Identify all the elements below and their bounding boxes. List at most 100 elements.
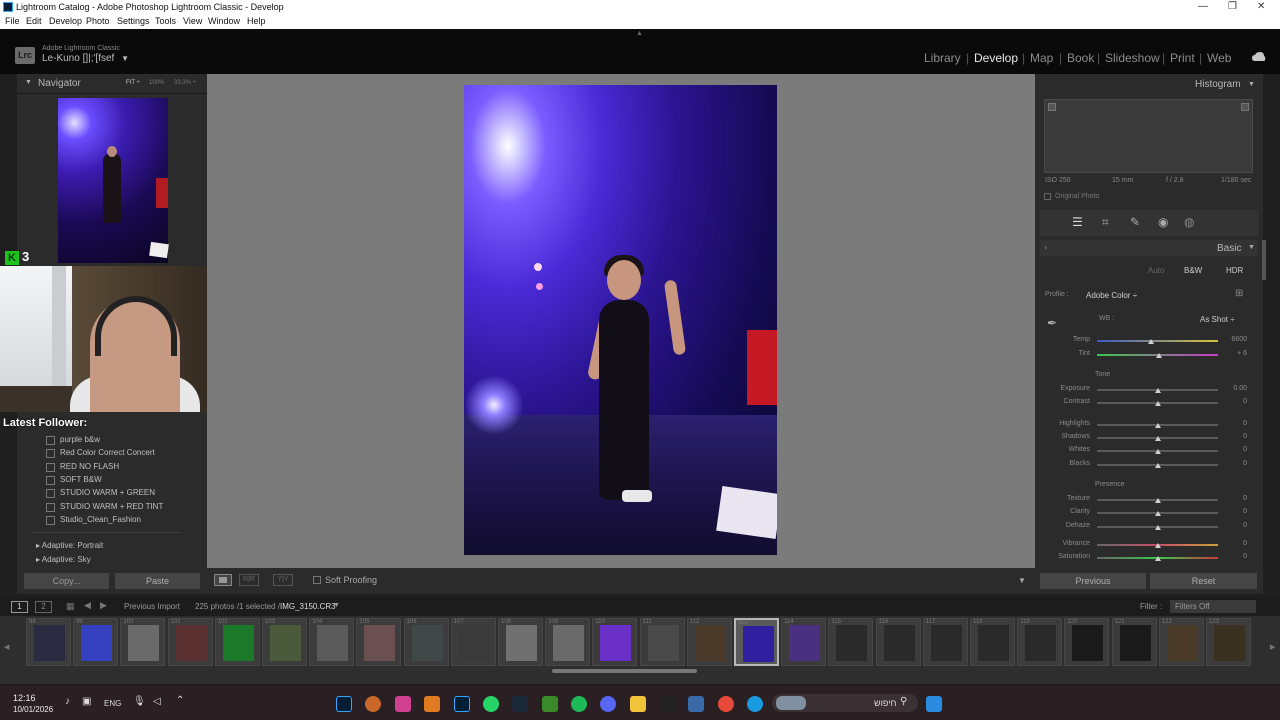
file-explorer-taskbar-icon[interactable] xyxy=(630,696,646,712)
copy-button[interactable]: Copy... xyxy=(24,573,109,589)
preset-item[interactable]: purple b&w xyxy=(45,435,100,445)
menu-settings[interactable]: Settings xyxy=(117,16,150,26)
clarity-slider-value[interactable]: 0 xyxy=(1222,508,1247,515)
saturation-slider-value[interactable]: 0 xyxy=(1222,553,1247,560)
preset-item[interactable]: RED NO FLASH xyxy=(45,462,119,472)
collapse-triangle-icon[interactable]: ▼ xyxy=(1248,244,1255,251)
dehaze-slider-thumb[interactable] xyxy=(1154,525,1161,530)
highlights-slider-thumb[interactable] xyxy=(1154,423,1161,428)
previous-button[interactable]: Previous xyxy=(1040,573,1146,589)
before-after-icon[interactable]: R|R xyxy=(239,574,259,586)
crop-icon[interactable]: ⌗ xyxy=(1102,215,1109,230)
whites-slider-thumb[interactable] xyxy=(1154,449,1161,454)
back-arrow-icon[interactable]: ◀ xyxy=(84,600,91,611)
hdr-button[interactable]: HDR xyxy=(1226,266,1243,275)
exposure-slider-thumb[interactable] xyxy=(1154,388,1161,393)
chrome-taskbar-icon[interactable] xyxy=(718,696,734,712)
primary-display-button[interactable]: 1 xyxy=(11,601,28,613)
menu-develop[interactable]: Develop xyxy=(49,16,82,26)
temp-slider-thumb[interactable] xyxy=(1148,339,1155,344)
microphone-icon[interactable]: 🎙 xyxy=(133,696,146,707)
panel-switch-icon[interactable]: ◐ xyxy=(1044,243,1049,252)
source-label[interactable]: Previous Import xyxy=(124,602,180,611)
histogram-title[interactable]: Histogram xyxy=(1195,79,1241,90)
vibrance-slider-value[interactable]: 0 xyxy=(1222,540,1247,547)
filmstrip-thumbnail[interactable]: 119 xyxy=(1017,618,1063,666)
app-taskbar-icon[interactable] xyxy=(424,696,440,712)
edge-taskbar-icon[interactable] xyxy=(747,696,763,712)
filmstrip-thumbnail[interactable]: 117 xyxy=(922,618,968,666)
menu-window[interactable]: Window xyxy=(208,16,240,26)
module-print[interactable]: Print xyxy=(1170,51,1195,65)
exposure-slider-value[interactable]: 0.00 xyxy=(1222,385,1247,392)
filmstrip-thumbnail[interactable]: 102 xyxy=(214,618,260,666)
filmstrip-thumbnail[interactable]: 111 xyxy=(639,618,685,666)
histogram-graph[interactable] xyxy=(1044,99,1253,173)
filmstrip-thumbnail[interactable]: 108 xyxy=(498,618,543,666)
highlight-clipping-icon[interactable] xyxy=(1241,103,1249,111)
menu-photo[interactable]: Photo xyxy=(86,16,110,26)
volume-icon[interactable]: ♪ xyxy=(65,696,70,707)
steam-taskbar-icon[interactable] xyxy=(512,696,528,712)
temp-slider-track[interactable] xyxy=(1097,340,1218,342)
selected-filename[interactable]: IMG_3150.CR3 xyxy=(280,602,336,611)
photoshop-taskbar-icon[interactable] xyxy=(454,696,470,712)
close-button[interactable]: ✕ xyxy=(1257,1,1265,12)
contrast-slider-value[interactable]: 0 xyxy=(1222,398,1247,405)
filmstrip-thumbnail[interactable]: 104 xyxy=(309,618,355,666)
start-button[interactable] xyxy=(926,696,942,712)
filmstrip-thumbnail[interactable]: 114 xyxy=(781,618,827,666)
preset-item[interactable]: STUDIO WARM + RED TINT xyxy=(45,502,163,512)
contrast-slider-thumb[interactable] xyxy=(1154,401,1161,406)
store-taskbar-icon[interactable] xyxy=(688,696,704,712)
maximize-button[interactable]: ❐ xyxy=(1228,1,1237,12)
blacks-slider-value[interactable]: 0 xyxy=(1222,460,1247,467)
chevron-down-icon[interactable]: ▼ xyxy=(121,54,129,63)
auto-button[interactable]: Auto xyxy=(1148,266,1164,275)
secondary-display-button[interactable]: 2 xyxy=(35,601,52,613)
module-develop[interactable]: Develop xyxy=(974,51,1018,65)
filmstrip-left-arrow-icon[interactable]: ◀ xyxy=(4,643,9,651)
zoom-100[interactable]: 100% xyxy=(149,80,164,86)
filmstrip-thumbnail[interactable]: 116 xyxy=(875,618,921,666)
filmstrip-thumbnail[interactable]: 109 xyxy=(545,618,591,666)
filmstrip-thumbnail[interactable]: 106 xyxy=(403,618,449,666)
toolbar-menu-icon[interactable]: ▼ xyxy=(1018,576,1026,585)
dehaze-slider-value[interactable]: 0 xyxy=(1222,522,1247,529)
profile-select[interactable]: Adobe Color ÷ xyxy=(1086,291,1137,300)
soft-proofing-checkbox[interactable] xyxy=(313,576,321,584)
language-indicator[interactable]: ENG xyxy=(104,699,121,708)
clock-time[interactable]: 12:16 xyxy=(13,693,36,703)
chevron-down-icon[interactable]: ▼ xyxy=(333,602,340,609)
module-web[interactable]: Web xyxy=(1207,51,1231,65)
loupe-view-icon[interactable] xyxy=(214,574,232,586)
chevron-up-icon[interactable]: ⌃ xyxy=(176,695,184,706)
menu-tools[interactable]: Tools xyxy=(155,16,176,26)
clarity-slider-thumb[interactable] xyxy=(1154,511,1161,516)
paste-button[interactable]: Paste xyxy=(115,573,200,589)
before-after-swap-icon[interactable]: Y|Y xyxy=(273,574,293,586)
basic-header[interactable]: ◐ Basic ▼ xyxy=(1040,240,1258,256)
profile-browser-icon[interactable]: ⊞ xyxy=(1235,288,1243,299)
grid-view-icon[interactable]: ▦ xyxy=(66,601,75,612)
filmstrip-thumbnail[interactable]: 103 xyxy=(262,618,307,666)
epic-games-taskbar-icon[interactable] xyxy=(659,696,675,712)
cloud-sync-icon[interactable] xyxy=(1252,52,1266,62)
collapse-triangle-icon[interactable]: ▼ xyxy=(1248,81,1255,88)
right-panel-scrollbar[interactable] xyxy=(1262,240,1266,280)
filmstrip-thumbnail[interactable]: 110 xyxy=(592,618,638,666)
collapse-triangle-icon[interactable]: ▼ xyxy=(25,79,32,86)
preset-folder-sky[interactable]: ▸ Adaptive: Sky xyxy=(36,555,91,564)
zoom-fit[interactable]: FIT ÷ xyxy=(126,80,140,86)
texture-slider-value[interactable]: 0 xyxy=(1222,495,1247,502)
preset-item[interactable]: Red Color Correct Concert xyxy=(46,448,155,458)
filmstrip-right-arrow-icon[interactable]: ▶ xyxy=(1270,643,1275,651)
whites-slider-value[interactable]: 0 xyxy=(1222,446,1247,453)
filmstrip-scrollbar[interactable] xyxy=(552,669,697,673)
minimize-button[interactable]: — xyxy=(1198,1,1208,12)
menu-view[interactable]: View xyxy=(183,16,202,26)
vibrance-slider-thumb[interactable] xyxy=(1154,543,1161,548)
zoom-custom[interactable]: 33.3% ÷ xyxy=(174,80,196,86)
module-slideshow[interactable]: Slideshow xyxy=(1105,51,1160,65)
temp-slider-value[interactable]: 6600 xyxy=(1222,336,1247,343)
